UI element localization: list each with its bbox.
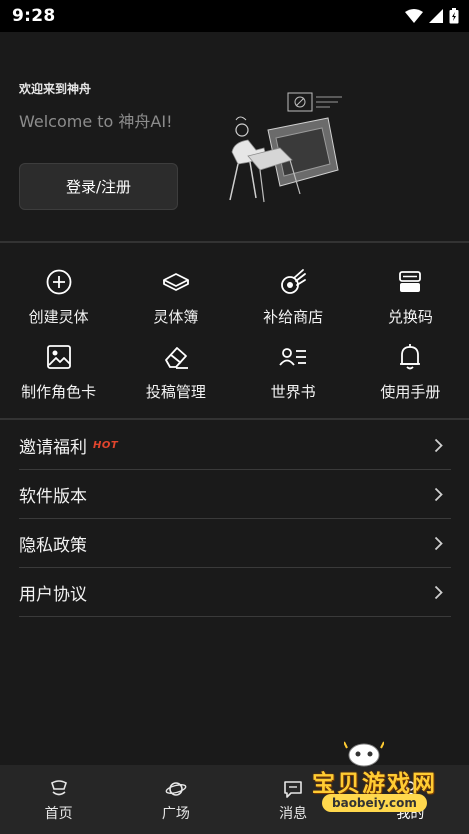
- grid-label: 兑换码: [387, 308, 433, 326]
- grid-item-spirit-book[interactable]: 灵体簿: [117, 268, 234, 343]
- eraser-icon: [162, 343, 190, 371]
- user-list-icon: [279, 343, 307, 371]
- status-time: 9:28: [12, 6, 56, 26]
- grid-item-create-spirit[interactable]: 创建灵体: [0, 268, 117, 343]
- grid-label: 创建灵体: [28, 308, 89, 326]
- watermark-title: 宝贝游戏网: [312, 771, 437, 797]
- nav-label: 广场: [161, 806, 190, 822]
- grid-item-supply-store[interactable]: 补给商店: [235, 268, 352, 343]
- welcome-section: 欢迎来到神舟 Welcome to 神舟AI! 登录/注册: [0, 32, 469, 241]
- wifi-icon: [405, 9, 423, 23]
- login-register-button[interactable]: 登录/注册: [19, 163, 178, 210]
- plus-circle-icon: [45, 268, 73, 296]
- grid-item-make-card[interactable]: 制作角色卡: [0, 343, 117, 418]
- menu-label: 软件版本: [19, 486, 87, 507]
- nav-home[interactable]: 首页: [0, 765, 117, 834]
- chevron-right-icon: [434, 438, 443, 452]
- cellular-signal-icon: [429, 9, 443, 23]
- grid-label: 世界书: [270, 383, 316, 401]
- redeem-ticket-icon: [396, 268, 424, 296]
- meteor-icon: [279, 268, 307, 296]
- feature-grid: 创建灵体 灵体簿 补给商店 兑换码 制作角色卡 投稿管理 世界书 使用手册: [0, 268, 469, 418]
- grid-item-world-book[interactable]: 世界书: [235, 343, 352, 418]
- menu-item-privacy[interactable]: 隐私政策: [19, 519, 451, 568]
- menu-label: 邀请福利: [19, 437, 87, 458]
- menu-item-version[interactable]: 软件版本: [19, 470, 451, 519]
- grid-label: 使用手册: [380, 383, 441, 401]
- hot-badge: HOT: [93, 439, 119, 451]
- image-icon: [45, 343, 73, 371]
- grid-label: 灵体簿: [153, 308, 199, 326]
- menu-item-invite[interactable]: 邀请福利 HOT: [19, 421, 451, 470]
- welcome-subtitle: Welcome to 神舟AI!: [19, 112, 173, 131]
- grid-item-submission-manage[interactable]: 投稿管理: [117, 343, 234, 418]
- status-bar: 9:28: [0, 0, 469, 32]
- bell-icon: [396, 343, 424, 371]
- nav-square[interactable]: 广场: [117, 765, 234, 834]
- battery-charging-icon: [449, 8, 459, 24]
- menu-label: 用户协议: [19, 584, 87, 605]
- planet-icon: [165, 782, 187, 796]
- welcome-title: 欢迎来到神舟: [19, 82, 92, 96]
- nav-label: 首页: [44, 806, 73, 822]
- home-icon: [50, 780, 67, 796]
- site-watermark: 宝贝游戏网 baobeiy.com: [300, 738, 450, 828]
- grid-item-redeem-code[interactable]: 兑换码: [352, 268, 469, 343]
- menu-item-agreement[interactable]: 用户协议: [19, 568, 451, 617]
- grid-label: 投稿管理: [145, 383, 206, 401]
- chevron-right-icon: [434, 536, 443, 550]
- relaxing-person-illustration: [229, 92, 342, 203]
- settings-menu: 邀请福利 HOT 软件版本 隐私政策 用户协议: [19, 421, 451, 617]
- grid-item-user-manual[interactable]: 使用手册: [352, 343, 469, 418]
- watermark-url: baobeiy.com: [322, 794, 427, 812]
- chevron-right-icon: [434, 585, 443, 599]
- grid-label: 补给商店: [263, 308, 324, 326]
- section-divider: [0, 241, 469, 243]
- chevron-right-icon: [434, 487, 443, 501]
- menu-label: 隐私政策: [19, 535, 87, 556]
- status-icons: [405, 8, 459, 24]
- section-divider: [0, 418, 469, 420]
- grid-label: 制作角色卡: [21, 383, 97, 401]
- book-stack-icon: [162, 268, 190, 296]
